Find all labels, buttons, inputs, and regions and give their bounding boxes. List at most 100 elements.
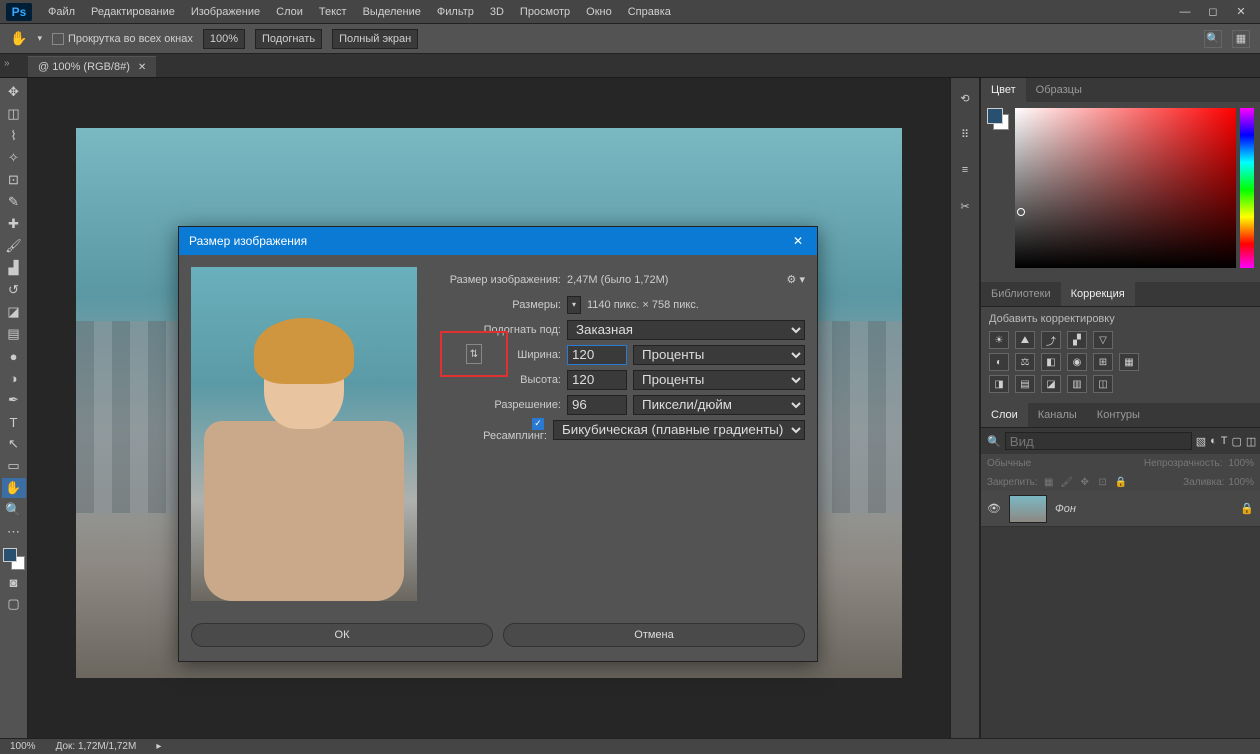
filter-icon[interactable]: 🔍: [987, 435, 1001, 448]
close-button[interactable]: ✕: [1234, 5, 1248, 19]
history-brush-tool[interactable]: ↺: [2, 280, 26, 300]
filter-type-icon[interactable]: T: [1221, 434, 1228, 448]
maximize-button[interactable]: ◻: [1206, 5, 1220, 19]
map-icon[interactable]: ▥: [1067, 375, 1087, 393]
fill-value[interactable]: 100%: [1228, 477, 1254, 488]
lasso-tool[interactable]: ⌇: [2, 126, 26, 146]
menu-layers[interactable]: Слои: [268, 6, 311, 18]
heal-tool[interactable]: ✚: [2, 214, 26, 234]
marquee-tool[interactable]: ◫: [2, 104, 26, 124]
resample-select[interactable]: Бикубическая (плавные градиенты): [553, 420, 805, 440]
shape-tool[interactable]: ▭: [2, 456, 26, 476]
menu-filter[interactable]: Фильтр: [429, 6, 482, 18]
eyedropper-tool[interactable]: ✎: [2, 192, 26, 212]
hand-tool[interactable]: ✋: [2, 478, 26, 498]
tab-paths[interactable]: Контуры: [1087, 403, 1150, 427]
brush-tool[interactable]: 🖌: [2, 236, 26, 256]
vibrance-icon[interactable]: ▽: [1093, 331, 1113, 349]
minimize-button[interactable]: —: [1178, 5, 1192, 19]
tab-adjustments[interactable]: Коррекция: [1061, 282, 1135, 306]
tab-channels[interactable]: Каналы: [1028, 403, 1087, 427]
height-unit-select[interactable]: Проценты: [633, 370, 805, 390]
color-picker[interactable]: [1015, 108, 1236, 268]
menu-select[interactable]: Выделение: [355, 6, 429, 18]
lock-all-icon[interactable]: 🔒: [1114, 475, 1128, 489]
screenmode-icon[interactable]: ▢: [2, 594, 26, 614]
eraser-tool[interactable]: ◪: [2, 302, 26, 322]
move-tool[interactable]: ✥: [2, 82, 26, 102]
invert-icon[interactable]: ◨: [989, 375, 1009, 393]
selective-icon[interactable]: ◫: [1093, 375, 1113, 393]
dodge-tool[interactable]: ◑: [2, 368, 26, 388]
more-tools[interactable]: ⋯: [2, 522, 26, 542]
menu-file[interactable]: Файл: [40, 6, 83, 18]
status-arrow-icon[interactable]: ▸: [156, 741, 161, 752]
resample-checkbox[interactable]: ✓Ресамплинг:: [473, 417, 547, 442]
menu-3d[interactable]: 3D: [482, 6, 512, 18]
curves-icon[interactable]: ⤴: [1041, 331, 1061, 349]
panel-toggle-icon[interactable]: »: [4, 58, 10, 69]
status-zoom[interactable]: 100%: [10, 741, 36, 752]
posterize-icon[interactable]: ▤: [1015, 375, 1035, 393]
layer-lock-icon[interactable]: 🔒: [1240, 502, 1254, 515]
filter-shape-icon[interactable]: ▢: [1232, 434, 1242, 448]
quickmask-icon[interactable]: ◙: [2, 572, 26, 592]
tools-panel-icon[interactable]: ✂: [955, 196, 975, 216]
document-tab[interactable]: @ 100% (RGB/8#) ✕: [28, 56, 156, 77]
workspace-icon[interactable]: ▦: [1232, 30, 1250, 48]
menu-image[interactable]: Изображение: [183, 6, 268, 18]
mixer-icon[interactable]: ⊞: [1093, 353, 1113, 371]
gradient-tool[interactable]: ▤: [2, 324, 26, 344]
gear-icon[interactable]: ⚙ ▾: [787, 273, 805, 286]
filter-adjust-icon[interactable]: ◐: [1210, 434, 1217, 448]
exposure-icon[interactable]: ▞: [1067, 331, 1087, 349]
menu-text[interactable]: Текст: [311, 6, 355, 18]
cancel-button[interactable]: Отмена: [503, 623, 805, 647]
menu-edit[interactable]: Редактирование: [83, 6, 183, 18]
filter-image-icon[interactable]: ▧: [1196, 434, 1206, 448]
ok-button[interactable]: ОК: [191, 623, 493, 647]
bw-icon[interactable]: ◧: [1041, 353, 1061, 371]
lock-pixels-icon[interactable]: ▦: [1042, 475, 1056, 489]
fit-button[interactable]: Подогнать: [255, 29, 322, 49]
pen-tool[interactable]: ✒: [2, 390, 26, 410]
menu-view[interactable]: Просмотр: [512, 6, 578, 18]
lookup-icon[interactable]: ▦: [1119, 353, 1139, 371]
fg-bg-swatch[interactable]: [987, 108, 1009, 130]
tab-swatches[interactable]: Образцы: [1026, 78, 1092, 102]
history-panel-icon[interactable]: ⟲: [955, 88, 975, 108]
search-icon[interactable]: 🔍: [1204, 30, 1222, 48]
opacity-value[interactable]: 100%: [1228, 458, 1254, 469]
height-input[interactable]: [567, 370, 627, 390]
filter-smart-icon[interactable]: ◫: [1246, 434, 1256, 448]
res-unit-select[interactable]: Пиксели/дюйм: [633, 395, 805, 415]
photo-filter-icon[interactable]: ◉: [1067, 353, 1087, 371]
levels-icon[interactable]: ⛰: [1015, 331, 1035, 349]
paragraph-panel-icon[interactable]: ≡: [955, 160, 975, 180]
tab-color[interactable]: Цвет: [981, 78, 1026, 102]
width-unit-select[interactable]: Проценты: [633, 345, 805, 365]
hue-slider[interactable]: [1240, 108, 1254, 268]
dropdown-icon[interactable]: ▾: [37, 33, 42, 44]
layer-thumbnail[interactable]: [1009, 495, 1047, 523]
hue-icon[interactable]: ◐: [989, 353, 1009, 371]
brightness-icon[interactable]: ☀: [989, 331, 1009, 349]
threshold-icon[interactable]: ◪: [1041, 375, 1061, 393]
crop-tool[interactable]: ⊡: [2, 170, 26, 190]
lock-brush-icon[interactable]: 🖌: [1060, 475, 1074, 489]
path-tool[interactable]: ↖: [2, 434, 26, 454]
tab-layers[interactable]: Слои: [981, 403, 1028, 427]
fit-select[interactable]: Заказная: [567, 320, 805, 340]
type-tool[interactable]: T: [2, 412, 26, 432]
blend-mode-select[interactable]: Обычные: [987, 458, 1031, 469]
zoom-level[interactable]: 100%: [203, 29, 245, 49]
close-tab-icon[interactable]: ✕: [138, 62, 146, 73]
visibility-icon[interactable]: 👁: [987, 502, 1001, 515]
tab-libraries[interactable]: Библиотеки: [981, 282, 1061, 306]
lock-move-icon[interactable]: ✥: [1078, 475, 1092, 489]
zoom-tool[interactable]: 🔍: [2, 500, 26, 520]
width-input[interactable]: [567, 345, 627, 365]
res-input[interactable]: [567, 395, 627, 415]
scroll-all-checkbox[interactable]: Прокрутка во всех окнах: [52, 33, 193, 45]
wand-tool[interactable]: ✧: [2, 148, 26, 168]
